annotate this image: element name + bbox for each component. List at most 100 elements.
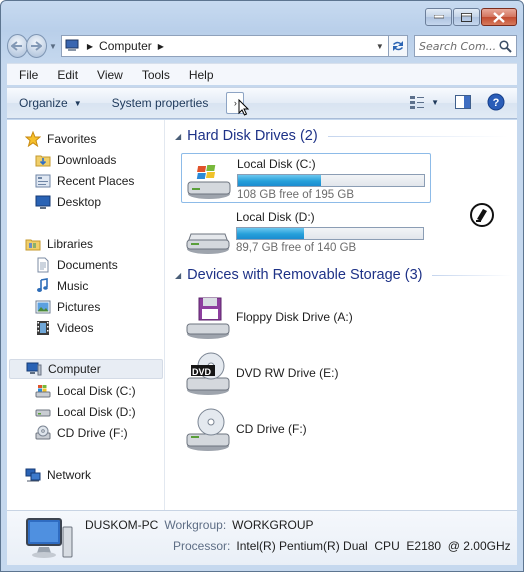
cd-drive-icon [186,408,230,451]
nav-downloads[interactable]: Downloads [35,150,116,170]
menu-bar: File Edit View Tools Help [7,63,517,85]
floppy-drive-icon [186,297,230,339]
hard-drive-icon [186,233,230,254]
videos-icon [37,321,49,335]
drive-d-free-space: 89,7 GB free of 140 GB [236,242,357,254]
content-area: Favorites Downloads Recent Places Deskto… [7,120,517,511]
cd-drive-icon [35,425,51,440]
hard-drive-icon [35,409,51,417]
close-button[interactable] [481,8,517,26]
music-icon [37,278,48,292]
forward-arrow-icon [31,41,43,51]
back-button[interactable] [7,34,28,58]
floppy-name: Floppy Disk Drive (A:) [236,310,353,324]
nav-music[interactable]: Music [35,276,88,296]
menu-edit[interactable]: Edit [57,68,78,82]
refresh-button[interactable] [388,35,409,57]
nav-videos[interactable]: Videos [35,318,93,338]
eject-badge-icon[interactable] [469,202,495,228]
refresh-icon [392,41,403,51]
device-floppy-a[interactable]: Floppy Disk Drive (A:) [185,294,353,340]
recent-pages-dropdown[interactable]: ▼ [49,42,57,51]
maximize-button[interactable] [453,8,480,26]
menu-tools[interactable]: Tools [142,68,170,82]
command-bar: Organize ▼ System properties › ▼ ? [7,87,517,119]
details-line-1: DUSKOM-PC Workgroup: WORKGROUP [85,518,314,532]
help-icon[interactable]: ? [487,93,505,111]
nav-libraries-label: Libraries [47,237,94,251]
search-input[interactable] [419,39,500,53]
nav-computer-label: Computer [48,362,101,376]
menu-view[interactable]: View [97,68,123,82]
processor-value: Intel(R) Pentium(R) Dual CPU E2180 @ 2.0… [236,539,511,553]
nav-libraries[interactable]: Libraries [25,234,93,254]
computer-icon [26,362,42,376]
nav-local-disk-c[interactable]: Local Disk (C:) [35,381,136,401]
device-dvd-e[interactable]: DVD DVD RW Drive (E:) [185,350,338,396]
overflow-chevron-icon: › [233,98,237,108]
drive-c-usage-bar [237,174,425,187]
hdd-group-title: Hard Disk Drives (2) [187,128,318,144]
organize-button[interactable]: Organize ▼ [19,96,82,110]
group-header-removable-storage[interactable]: ◢ Devices with Removable Storage (3) [175,267,513,283]
star-icon [25,131,41,147]
nav-cd-drive-f[interactable]: CD Drive (F:) [35,423,128,443]
view-dropdown-icon: ▼ [431,97,439,107]
pc-name: DUSKOM-PC [85,518,159,532]
nav-local-disk-c-label: Local Disk (C:) [57,384,136,398]
nav-local-disk-d[interactable]: Local Disk (D:) [35,402,136,422]
search-icon[interactable] [499,39,512,53]
caption-buttons [425,8,517,26]
address-dropdown-icon[interactable]: ▼ [372,42,388,51]
search-box[interactable] [414,35,518,57]
mouse-cursor-icon [238,99,250,116]
drive-tile-c[interactable]: Local Disk (C:) 108 GB free of 195 GB [181,153,431,203]
nav-local-disk-d-label: Local Disk (D:) [57,405,136,419]
drive-d-usage-bar [236,227,424,240]
group-header-hard-disk-drives[interactable]: ◢ Hard Disk Drives (2) [175,128,508,144]
nav-favorites[interactable]: Favorites [25,129,96,149]
nav-recent-places[interactable]: Recent Places [35,171,134,191]
nav-computer[interactable]: Computer [9,359,163,379]
group-divider [432,274,513,276]
back-arrow-icon [11,41,23,51]
group-divider [327,135,508,137]
close-icon [493,11,505,23]
cd-name: CD Drive (F:) [236,422,307,436]
libraries-icon [25,239,41,251]
nav-pictures[interactable]: Pictures [35,297,100,317]
preview-pane-icon[interactable] [455,95,471,109]
crumb-chevron-icon[interactable]: ▶ [158,42,164,51]
address-box[interactable]: ▶ Computer ▶ ▼ [60,35,389,57]
crumb-separator-icon[interactable]: ▶ [87,42,93,51]
system-drive-icon [187,165,231,199]
menu-help[interactable]: Help [189,68,214,82]
forward-button[interactable] [25,34,47,58]
crumb-computer[interactable]: Computer [99,39,152,53]
nav-documents[interactable]: Documents [35,255,118,275]
nav-recent-places-label: Recent Places [57,174,135,188]
recent-places-icon [35,174,51,188]
explorer-window: ▼ ▶ Computer ▶ ▼ File Edit View Tools He… [0,0,524,572]
collapse-triangle-icon: ◢ [175,270,182,280]
minimize-button[interactable] [425,8,452,26]
processor-label: Processor: [173,539,231,553]
system-properties-button[interactable]: System properties [112,96,209,110]
nav-downloads-label: Downloads [57,153,117,167]
device-cd-f[interactable]: CD Drive (F:) [185,406,307,452]
nav-network[interactable]: Network [25,465,91,485]
nav-desktop[interactable]: Desktop [35,192,101,212]
computer-large-icon [26,518,73,558]
drive-tile-d[interactable]: Local Disk (D:) 89,7 GB free of 140 GB [185,210,424,256]
menu-file[interactable]: File [19,68,38,82]
nav-favorites-label: Favorites [47,132,97,146]
dvd-name: DVD RW Drive (E:) [236,366,339,380]
change-view-button[interactable]: ▼ [409,95,439,109]
system-drive-icon [35,385,51,398]
drive-c-name: Local Disk (C:) [237,157,316,171]
pictures-icon [35,300,51,314]
drive-d-name: Local Disk (D:) [236,210,315,224]
view-options-icon [410,96,425,109]
computer-small-icon [65,39,79,51]
nav-music-label: Music [57,279,89,293]
